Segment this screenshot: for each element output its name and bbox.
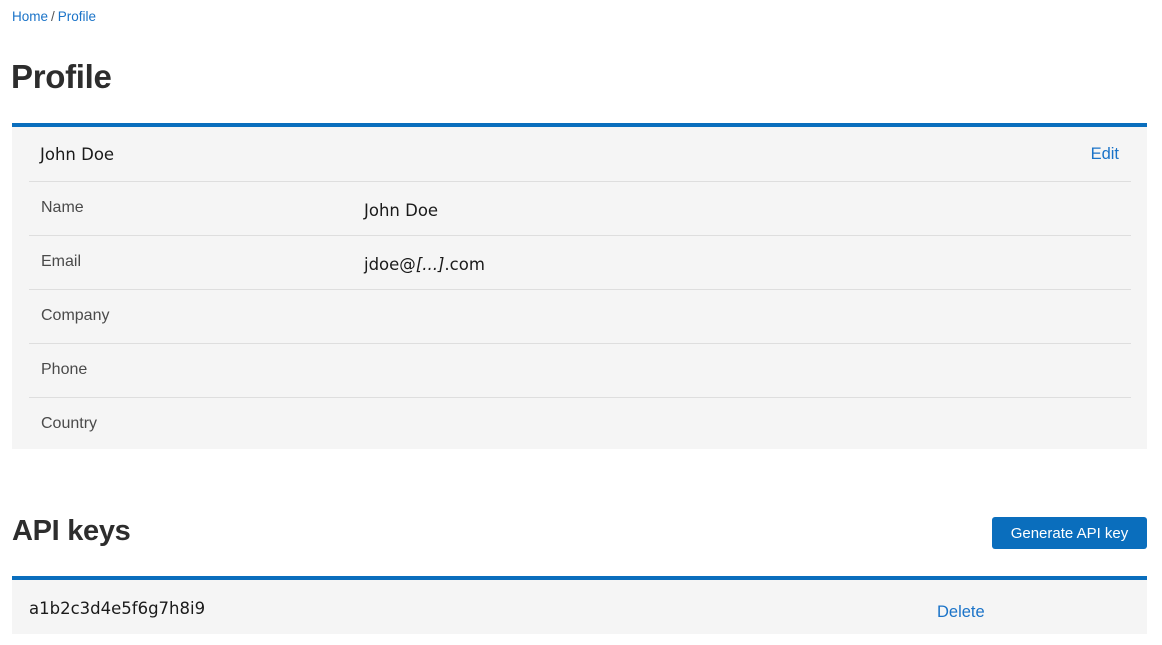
delete-api-key-link[interactable]: Delete <box>937 603 985 622</box>
field-label-company: Company <box>41 307 110 324</box>
breadcrumb-separator: / <box>51 9 55 24</box>
profile-card: John Doe Edit Name John Doe Email jdoe@[… <box>12 123 1147 449</box>
field-row-phone: Phone <box>29 344 1131 398</box>
profile-card-header: John Doe Edit <box>29 127 1131 182</box>
breadcrumb: Home / Profile <box>12 9 96 24</box>
field-row-company: Company <box>29 290 1131 344</box>
api-keys-card: a1b2c3d4e5f6g7h8i9 Delete <box>12 576 1147 634</box>
field-row-email: Email jdoe@[...].com <box>29 236 1131 290</box>
field-value-name: John Doe <box>364 201 439 220</box>
email-redacted: [...] <box>415 255 445 274</box>
field-label-email: Email <box>41 253 82 270</box>
edit-profile-link[interactable]: Edit <box>1091 145 1119 164</box>
email-prefix: jdoe@ <box>364 255 416 274</box>
api-keys-title: API keys <box>12 515 131 547</box>
generate-api-key-button[interactable]: Generate API key <box>992 517 1147 549</box>
breadcrumb-current-link[interactable]: Profile <box>58 9 96 24</box>
email-suffix: .com <box>444 255 485 274</box>
field-label-name: Name <box>41 199 84 216</box>
field-row-country: Country <box>29 398 1131 452</box>
breadcrumb-home-link[interactable]: Home <box>12 9 48 24</box>
field-value-email: jdoe@[...].com <box>364 255 485 274</box>
api-key-value: a1b2c3d4e5f6g7h8i9 <box>29 599 206 618</box>
profile-header-name: John Doe <box>40 145 115 164</box>
field-label-country: Country <box>41 415 98 432</box>
field-label-phone: Phone <box>41 361 88 378</box>
field-row-name: Name John Doe <box>29 182 1131 236</box>
page-title: Profile <box>11 58 112 95</box>
